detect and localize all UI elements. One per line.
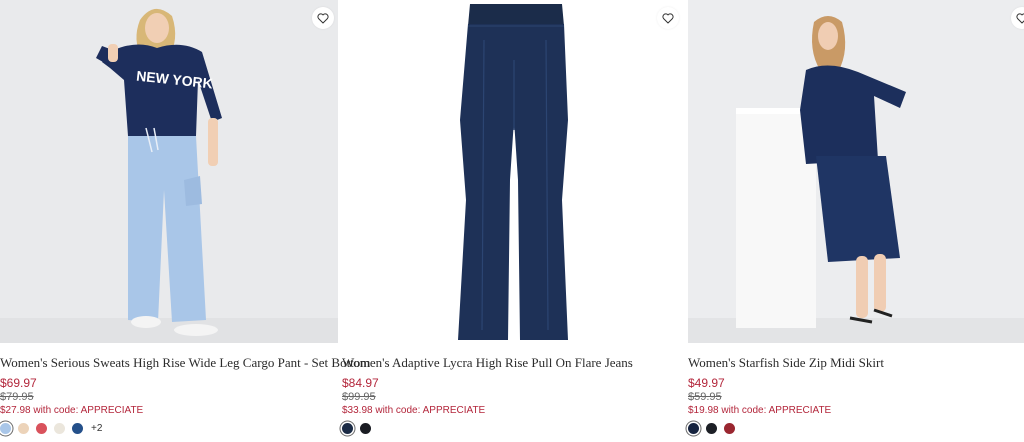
color-swatch[interactable] — [342, 423, 353, 434]
product-image-2[interactable] — [342, 0, 684, 343]
color-swatches — [342, 423, 371, 434]
product-photo-flare-jeans — [342, 0, 684, 343]
color-swatch[interactable] — [72, 423, 83, 434]
color-swatch[interactable] — [0, 423, 11, 434]
sale-price: $49.97 — [688, 376, 725, 390]
promo-price: $27.98 with code: APPRECIATE — [0, 405, 144, 416]
promo-price: $19.98 with code: APPRECIATE — [688, 405, 832, 416]
product-image-1[interactable]: NEW YORK — [0, 0, 338, 343]
color-swatch[interactable] — [36, 423, 47, 434]
heart-icon — [662, 12, 674, 23]
product-card-2[interactable]: Women's Adaptive Lycra High Rise Pull On… — [342, 0, 684, 442]
product-title[interactable]: Women's Serious Sweats High Rise Wide Le… — [0, 355, 370, 371]
heart-icon — [317, 12, 329, 23]
product-image-3[interactable] — [688, 0, 1024, 343]
product-title[interactable]: Women's Starfish Side Zip Midi Skirt — [688, 355, 884, 371]
original-price: $99.95 — [342, 391, 376, 403]
original-price: $59.95 — [688, 391, 722, 403]
color-swatch[interactable] — [688, 423, 699, 434]
product-card-1[interactable]: NEW YORK Women's Serious Sweats High Ris… — [0, 0, 370, 442]
heart-icon — [1016, 12, 1024, 23]
sale-price: $84.97 — [342, 376, 379, 390]
color-swatch[interactable] — [360, 423, 371, 434]
color-swatches: +2 — [0, 423, 102, 434]
color-swatches — [688, 423, 735, 434]
favorite-button[interactable] — [312, 7, 334, 29]
sale-price: $69.97 — [0, 376, 37, 390]
promo-price: $33.98 with code: APPRECIATE — [342, 405, 486, 416]
product-card-3[interactable]: Women's Starfish Side Zip Midi Skirt $49… — [688, 0, 1024, 442]
color-swatch[interactable] — [724, 423, 735, 434]
product-title[interactable]: Women's Adaptive Lycra High Rise Pull On… — [342, 355, 633, 371]
favorite-button[interactable] — [657, 7, 679, 29]
product-photo-sweatpants: NEW YORK — [0, 0, 338, 343]
color-swatch[interactable] — [706, 423, 717, 434]
color-swatch[interactable] — [18, 423, 29, 434]
product-photo-midi-skirt — [688, 0, 1024, 343]
original-price: $79.95 — [0, 391, 34, 403]
color-swatch[interactable] — [54, 423, 65, 434]
more-colors-link[interactable]: +2 — [91, 423, 102, 434]
